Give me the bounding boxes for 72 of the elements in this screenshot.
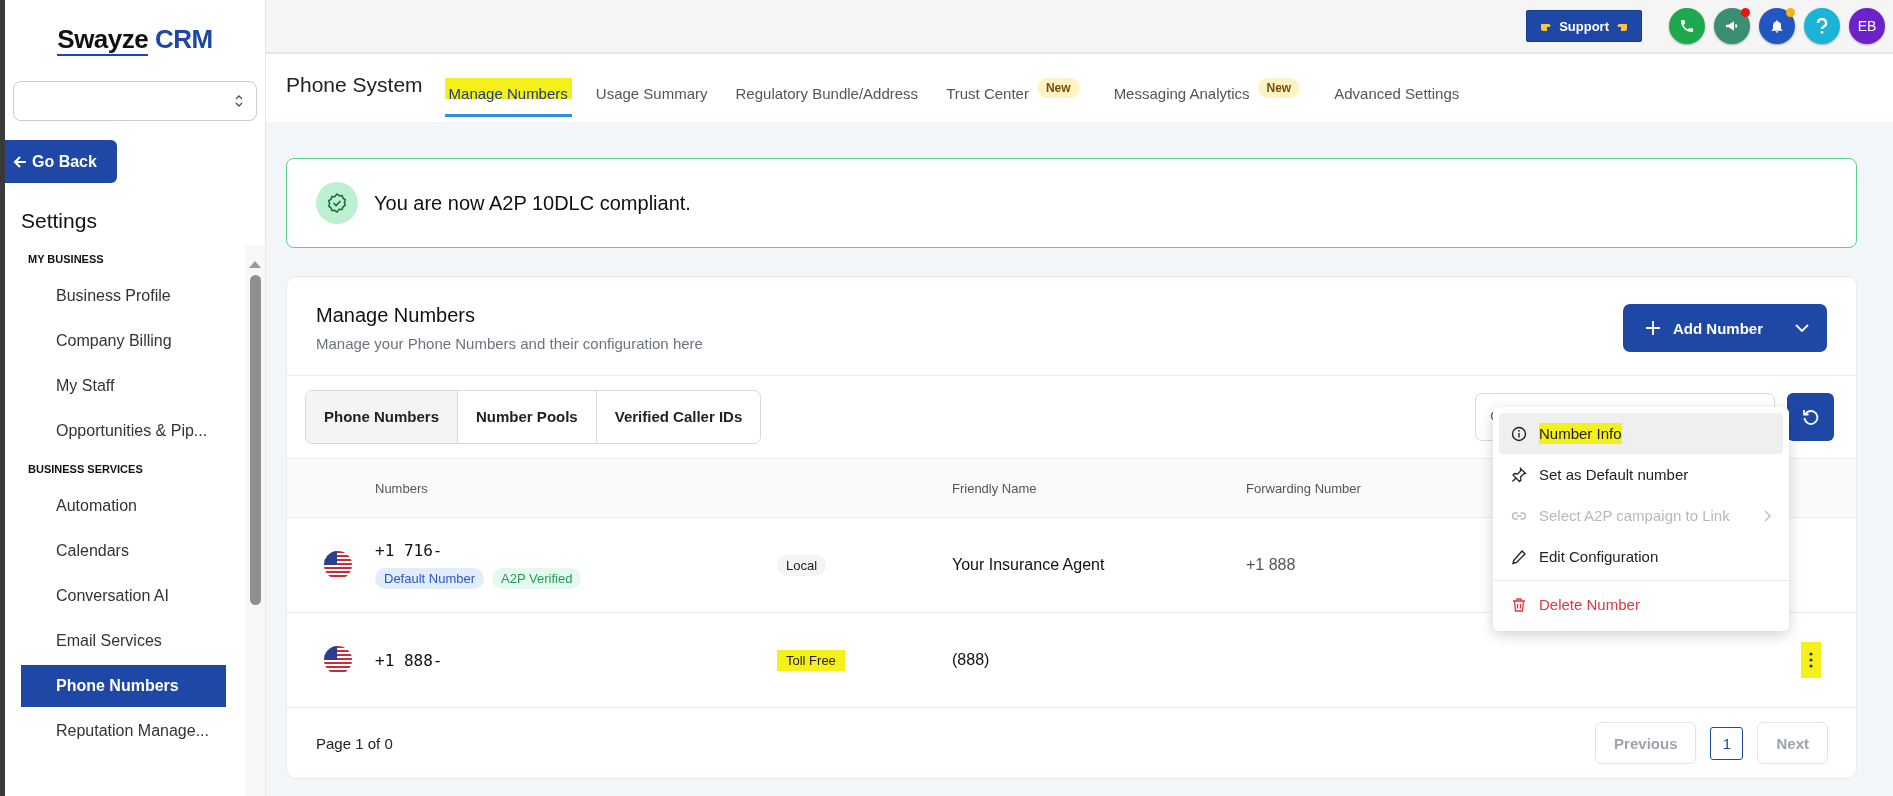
trash-icon [1511,596,1527,613]
support-button[interactable]: Support [1526,10,1642,42]
phone-icon[interactable] [1669,8,1705,44]
scroll-up-icon[interactable] [248,259,262,269]
more-vertical-icon [1809,652,1813,668]
sidebar-item[interactable]: Automation [21,485,245,530]
phone-number: +1 888- [375,650,444,670]
column-header: Friendly Name [952,480,1037,496]
logo: Swayze CRM [56,23,214,58]
refresh-icon [1800,407,1821,427]
sidebar-item[interactable]: Business Profile [21,275,245,320]
forwarding-number: +1 888 [1246,556,1296,573]
scrollbar[interactable] [245,245,265,796]
tab[interactable]: Trust Center [942,59,1033,117]
tab[interactable]: Messaging Analytics [1109,59,1254,117]
location-select[interactable] [13,81,257,121]
column-header: Numbers [375,480,428,496]
tab[interactable]: Advanced Settings [1330,59,1464,117]
sort-icon [234,93,244,109]
friendly-name: Your Insurance Agent [952,556,1106,574]
card-title: Manage Numbers [316,304,476,327]
banner-message: You are now A2P 10DLC compliant. [374,191,691,215]
info-icon [1511,425,1527,442]
refresh-button[interactable] [1787,393,1834,441]
status-tag: Default Number [375,568,485,589]
segment-tab[interactable]: Number Pools [457,391,596,443]
friendly-name: (888) [952,651,991,669]
segment-tab[interactable]: Verified Caller IDs [595,391,761,443]
section-heading: MY BUSINESS [27,252,105,267]
new-badge: New [1036,78,1080,98]
pin-icon [1511,466,1527,483]
verified-check-icon [316,182,358,224]
sidebar-item[interactable]: Email Services [21,620,245,665]
column-header: Forwarding Number [1246,480,1361,496]
sidebar-item[interactable]: Conversation AI [21,575,245,620]
sidebar-item[interactable]: Calendars [21,530,245,575]
help-icon[interactable] [1804,8,1840,44]
go-back-button[interactable]: Go Back [5,140,117,183]
more-options-button[interactable] [1801,642,1821,678]
add-number-button[interactable]: Add Number [1623,304,1827,352]
us-flag-icon [324,551,352,579]
sidebar-item[interactable]: Company Billing [21,320,245,365]
card-subtitle: Manage your Phone Numbers and their configuration here [316,335,703,352]
page-title: Phone System [286,73,423,98]
phone-number: +1 716- [375,541,444,560]
sidebar-item[interactable]: Reputation Manage... [21,710,245,755]
us-flag-icon [324,646,352,674]
sidebar-item[interactable]: Opportunities & Pip... [21,410,245,455]
status-tag: A2P Verified [492,568,582,589]
chevron-down-icon [1795,323,1809,333]
menu-item[interactable]: Delete Number [1499,584,1783,625]
menu-item[interactable]: Edit Configuration [1499,536,1783,577]
arrow-left-icon [13,154,27,169]
sidebar-title: Settings [20,208,98,234]
page-info: Page 1 of 0 [316,734,393,752]
page-number-button[interactable]: 1 [1710,726,1744,760]
sidebar-item[interactable]: My Staff [21,365,245,410]
segment-tab[interactable]: Phone Numbers [306,391,458,443]
pencil-icon [1511,548,1527,565]
megaphone-icon[interactable] [1714,8,1750,44]
menu-item[interactable]: Set as Default number [1499,454,1783,495]
section-heading: BUSINESS SERVICES [27,462,144,477]
tab[interactable]: Usage Summary [591,59,712,117]
new-badge: New [1257,78,1301,98]
tab[interactable]: Regulatory Bundle/Address [731,59,923,117]
bell-icon[interactable] [1759,8,1795,44]
menu-item[interactable]: Number Info [1499,413,1783,454]
user-avatar[interactable]: EB [1849,8,1885,44]
type-tag: Local [777,554,827,576]
sidebar-item[interactable]: Phone Numbers [21,665,226,707]
plus-icon [1645,320,1661,336]
type-tag: Toll Free [777,649,845,671]
